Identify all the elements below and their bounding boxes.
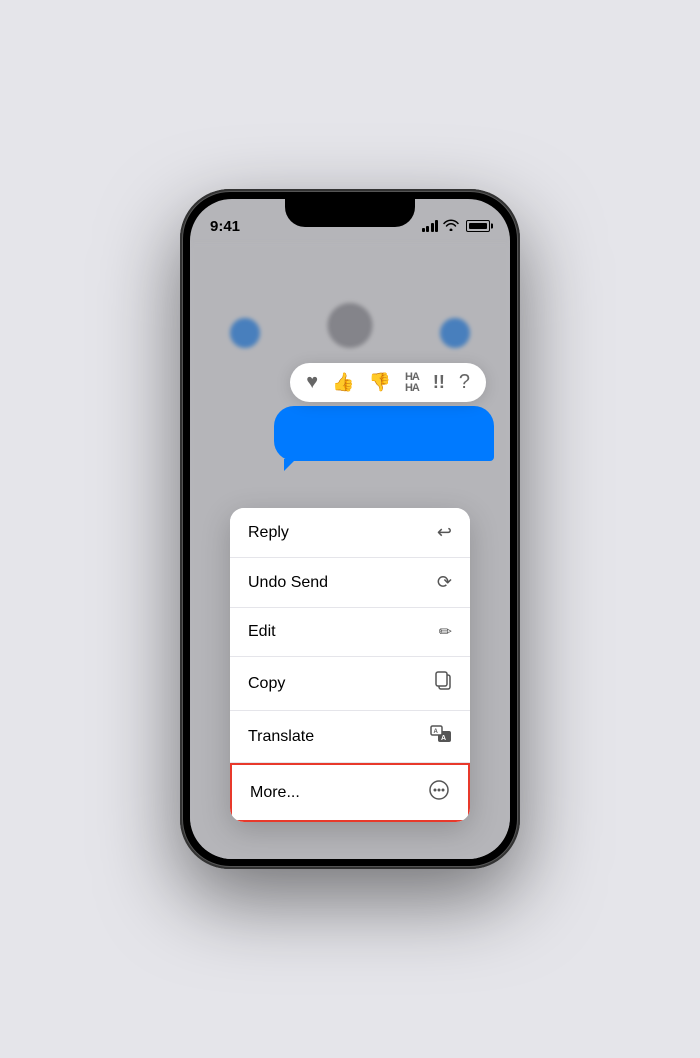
wifi-icon xyxy=(443,219,459,234)
message-area: ♥ 👍 👎 HAHA !! ? xyxy=(190,363,510,461)
svg-text:A: A xyxy=(434,729,439,735)
menu-label-more: More... xyxy=(250,784,300,802)
menu-label-undo-send: Undo Send xyxy=(248,574,328,592)
menu-item-reply[interactable]: Reply ↩ xyxy=(230,508,470,558)
translate-icon: A A xyxy=(430,725,452,748)
battery-icon xyxy=(466,220,490,232)
menu-item-more[interactable]: More... xyxy=(230,763,470,822)
phone-screen: 9:41 xyxy=(190,199,510,859)
context-menu: Reply ↩ Undo Send ⟳ Edit ✏ Copy xyxy=(230,508,470,822)
menu-label-translate: Translate xyxy=(248,728,314,746)
menu-item-edit[interactable]: Edit ✏ xyxy=(230,608,470,657)
more-icon xyxy=(428,779,450,806)
signal-icon xyxy=(422,220,439,232)
reaction-thumbsdown[interactable]: 👎 xyxy=(369,372,391,393)
undo-send-icon: ⟳ xyxy=(437,572,452,593)
message-bubble xyxy=(274,406,494,461)
menu-label-copy: Copy xyxy=(248,675,285,693)
menu-item-translate[interactable]: Translate A A xyxy=(230,711,470,763)
svg-text:A: A xyxy=(441,735,446,742)
copy-icon xyxy=(434,671,452,696)
status-icons xyxy=(422,219,491,234)
menu-label-reply: Reply xyxy=(248,524,289,542)
reaction-bar: ♥ 👍 👎 HAHA !! ? xyxy=(290,363,486,402)
reaction-thumbsup[interactable]: 👍 xyxy=(332,372,354,393)
menu-label-edit: Edit xyxy=(248,623,276,641)
notch xyxy=(285,199,415,227)
edit-icon: ✏ xyxy=(439,622,452,642)
reaction-question[interactable]: ? xyxy=(459,371,470,394)
reaction-haha[interactable]: HAHA xyxy=(405,372,419,394)
reply-icon: ↩ xyxy=(437,522,452,543)
reaction-exclamation[interactable]: !! xyxy=(433,372,445,393)
menu-item-copy[interactable]: Copy xyxy=(230,657,470,711)
status-time: 9:41 xyxy=(210,218,240,235)
reaction-heart[interactable]: ♥ xyxy=(306,371,318,394)
phone-frame: 9:41 xyxy=(180,189,520,869)
menu-item-undo-send[interactable]: Undo Send ⟳ xyxy=(230,558,470,608)
